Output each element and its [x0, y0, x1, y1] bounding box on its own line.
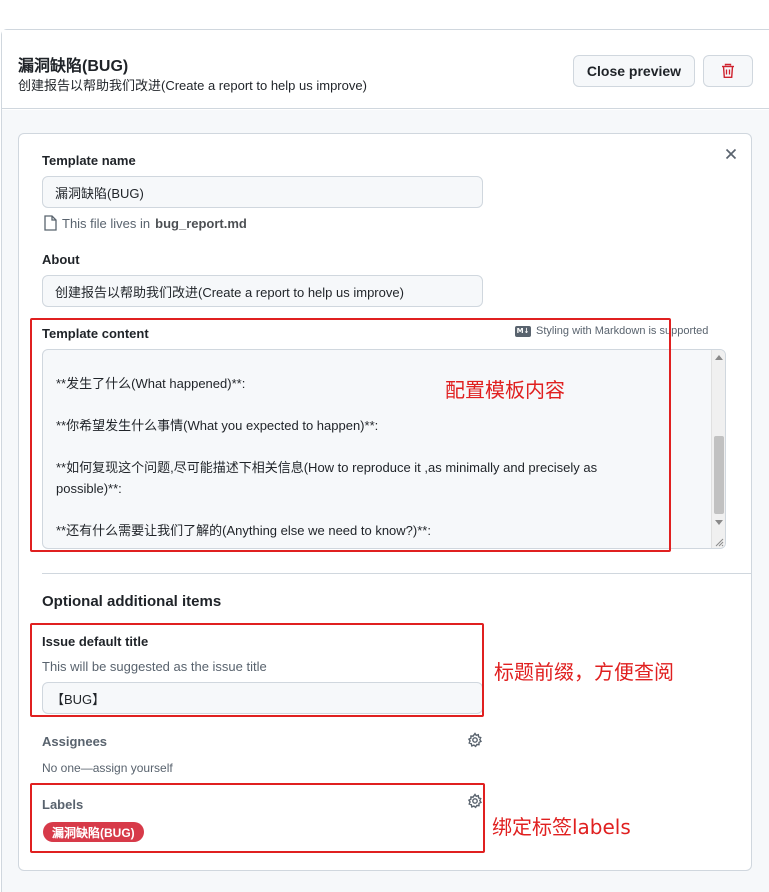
section-divider	[42, 573, 752, 574]
file-icon	[44, 215, 57, 231]
scroll-up-arrow-icon[interactable]	[715, 355, 723, 360]
annotation-box-labels	[30, 783, 485, 853]
close-preview-button[interactable]: Close preview	[573, 55, 695, 87]
annotation-content: 配置模板内容	[445, 378, 565, 402]
scroll-down-arrow-icon[interactable]	[715, 520, 723, 525]
template-subtitle: 创建报告以帮助我们改进(Create a report to help us i…	[18, 78, 367, 93]
annotation-box-title	[30, 623, 484, 717]
scrollbar-thumb[interactable]	[714, 436, 724, 514]
preview-header: 漏洞缺陷(BUG) 创建报告以帮助我们改进(Create a report to…	[2, 30, 769, 109]
delete-template-button[interactable]	[703, 55, 753, 87]
optional-items-heading: Optional additional items	[42, 593, 222, 610]
template-title: 漏洞缺陷(BUG)	[18, 58, 129, 75]
file-note-prefix: This file lives in	[62, 215, 151, 231]
annotation-title-prefix: 标题前缀，方便查阅	[494, 660, 674, 684]
resize-handle-icon[interactable]	[714, 537, 724, 547]
assignees-value[interactable]: No one—assign yourself	[42, 761, 173, 775]
textarea-scrollbar[interactable]	[711, 350, 725, 548]
template-name-label: Template name	[42, 153, 136, 168]
trash-icon	[722, 63, 734, 78]
close-icon[interactable]	[720, 143, 742, 165]
about-label: About	[42, 252, 80, 267]
assignees-label: Assignees	[42, 734, 108, 749]
gear-icon[interactable]	[467, 732, 483, 748]
annotation-box-content	[30, 318, 671, 552]
file-name: bug_report.md	[155, 215, 247, 231]
template-name-input[interactable]: 漏洞缺陷(BUG)	[42, 176, 483, 208]
about-input[interactable]: 创建报告以帮助我们改进(Create a report to help us i…	[42, 275, 483, 307]
file-location-note: This file lives in bug_report.md	[44, 215, 247, 231]
annotation-labels: 绑定标签labels	[492, 815, 631, 839]
